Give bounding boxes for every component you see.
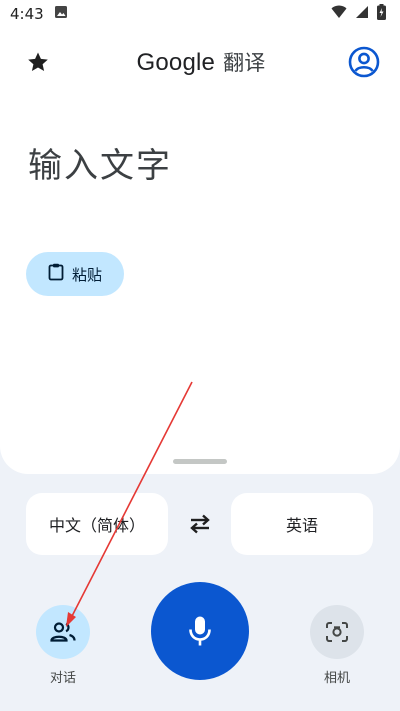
status-bar: 4:43	[0, 0, 400, 28]
camera-circle	[310, 605, 364, 659]
microphone-button[interactable]	[151, 582, 249, 680]
status-left: 4:43	[10, 5, 68, 23]
signal-icon	[355, 5, 369, 23]
microphone-icon	[189, 616, 211, 646]
status-time: 4:43	[10, 5, 44, 23]
star-icon[interactable]	[20, 44, 56, 80]
conversation-circle	[36, 605, 90, 659]
people-icon	[50, 622, 76, 642]
clipboard-icon	[48, 263, 64, 285]
conversation-button[interactable]: 对话	[36, 605, 90, 686]
status-right	[331, 4, 386, 24]
drag-handle[interactable]	[173, 459, 227, 464]
paste-button[interactable]: 粘贴	[26, 252, 124, 296]
camera-label: 相机	[323, 671, 350, 686]
camera-button[interactable]: 相机	[310, 605, 364, 686]
account-icon[interactable]	[346, 44, 382, 80]
swap-arrows-icon	[190, 514, 210, 534]
source-language-label: 中文（简体）	[48, 516, 145, 535]
target-language-label: 英语	[285, 516, 318, 535]
camera-lens-icon	[326, 622, 348, 642]
image-icon	[54, 5, 68, 23]
app-title-suffix: 翻译	[223, 51, 266, 75]
wifi-icon	[331, 5, 347, 23]
conversation-label: 对话	[49, 671, 76, 686]
source-language-button[interactable]: 中文（简体）	[26, 493, 168, 555]
target-language-button[interactable]: 英语	[231, 493, 373, 555]
paste-label: 粘贴	[71, 265, 102, 284]
app-title-brand: Google	[136, 49, 216, 76]
battery-charging-icon	[377, 4, 386, 24]
app-title: Google 翻译	[137, 47, 266, 77]
text-input[interactable]: 输入文字	[28, 138, 172, 187]
swap-languages-button[interactable]	[180, 506, 220, 542]
app-bar: Google 翻译	[0, 36, 400, 88]
